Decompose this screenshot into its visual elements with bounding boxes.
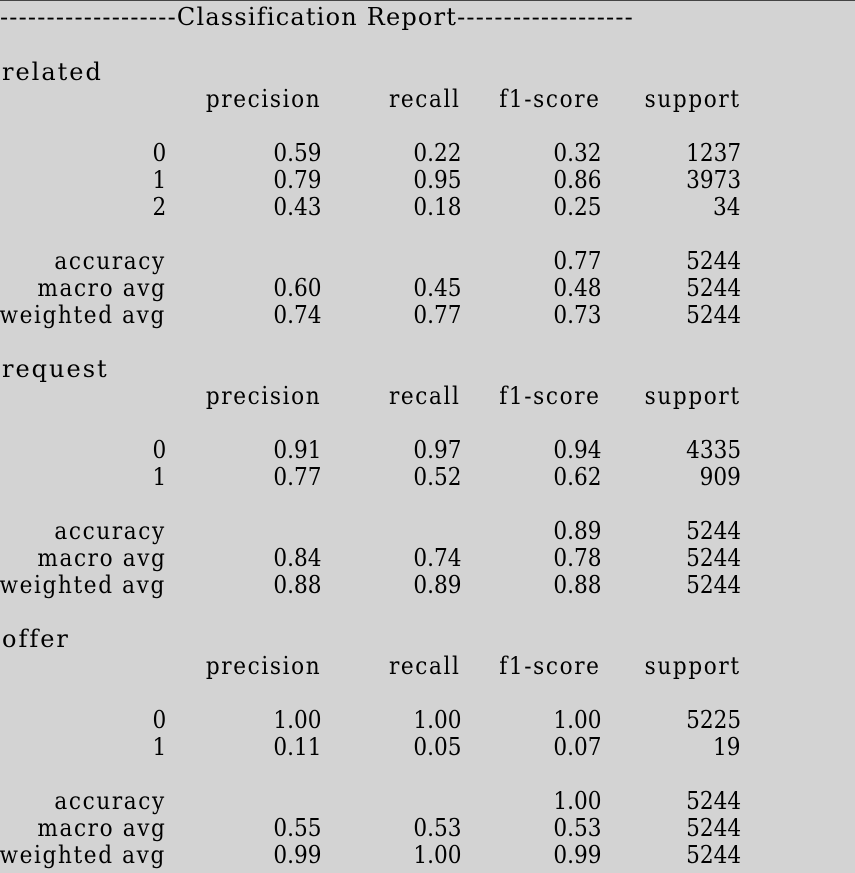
weighted-avg-support: 5244 <box>686 301 741 329</box>
weighted-avg-f1-score: 0.73 <box>552 301 601 329</box>
accuracy-support: 5244 <box>686 247 741 275</box>
macro-avg-f1-score: 0.78 <box>552 544 601 572</box>
header-precision: precision <box>205 652 321 680</box>
recall-value: 0.22 <box>412 139 461 167</box>
weighted-avg-f1-score: 0.88 <box>552 571 601 599</box>
precision-value: 1.00 <box>272 706 321 734</box>
report-title: -------------------Classification Report… <box>0 3 634 31</box>
support-value: 1237 <box>686 139 741 167</box>
class-label: 0 <box>152 139 166 167</box>
weighted-avg-precision: 0.88 <box>272 571 321 599</box>
header-recall: recall <box>389 382 461 410</box>
weighted-avg-support: 5244 <box>686 571 741 599</box>
weighted-avg-support: 5244 <box>686 841 741 869</box>
header-f1-score: f1-score <box>499 652 601 680</box>
precision-value: 0.11 <box>272 733 321 761</box>
support-value: 19 <box>713 733 741 761</box>
support-value: 34 <box>713 193 741 221</box>
recall-value: 0.52 <box>412 463 461 491</box>
console-output: -------------------Classification Report… <box>0 0 855 873</box>
macro-avg-label: macro avg <box>36 274 166 302</box>
macro-avg-f1-score: 0.48 <box>552 274 601 302</box>
weighted-avg-precision: 0.99 <box>272 841 321 869</box>
section-title-offer: offer <box>2 625 70 653</box>
support-value: 909 <box>699 463 741 491</box>
header-precision: precision <box>205 382 321 410</box>
header-support: support <box>644 652 741 680</box>
precision-value: 0.91 <box>272 436 321 464</box>
weighted-avg-recall: 0.89 <box>412 571 461 599</box>
class-label: 1 <box>152 166 166 194</box>
macro-avg-support: 5244 <box>686 544 741 572</box>
macro-avg-precision: 0.60 <box>272 274 321 302</box>
header-support: support <box>644 382 741 410</box>
macro-avg-support: 5244 <box>686 814 741 842</box>
weighted-avg-recall: 1.00 <box>412 841 461 869</box>
section-title-related: related <box>2 58 103 86</box>
recall-value: 1.00 <box>412 706 461 734</box>
f1-score-value: 0.62 <box>552 463 601 491</box>
class-label: 0 <box>152 436 166 464</box>
header-recall: recall <box>389 85 461 113</box>
f1-score-value: 0.86 <box>552 166 601 194</box>
precision-value: 0.59 <box>272 139 321 167</box>
accuracy-label: accuracy <box>54 247 166 275</box>
weighted-avg-f1-score: 0.99 <box>552 841 601 869</box>
header-recall: recall <box>389 652 461 680</box>
support-value: 5225 <box>686 706 741 734</box>
macro-avg-label: macro avg <box>36 814 166 842</box>
accuracy-value: 1.00 <box>552 787 601 815</box>
accuracy-support: 5244 <box>686 787 741 815</box>
macro-avg-precision: 0.84 <box>272 544 321 572</box>
f1-score-value: 0.32 <box>552 139 601 167</box>
f1-score-value: 1.00 <box>552 706 601 734</box>
support-value: 4335 <box>686 436 741 464</box>
macro-avg-recall: 0.53 <box>412 814 461 842</box>
precision-value: 0.43 <box>272 193 321 221</box>
macro-avg-precision: 0.55 <box>272 814 321 842</box>
accuracy-label: accuracy <box>54 787 166 815</box>
recall-value: 0.97 <box>412 436 461 464</box>
precision-value: 0.77 <box>272 463 321 491</box>
recall-value: 0.05 <box>412 733 461 761</box>
class-label: 1 <box>152 733 166 761</box>
accuracy-value: 0.89 <box>552 517 601 545</box>
macro-avg-recall: 0.45 <box>412 274 461 302</box>
macro-avg-support: 5244 <box>686 274 741 302</box>
weighted-avg-label: weighted avg <box>0 841 166 869</box>
recall-value: 0.95 <box>412 166 461 194</box>
f1-score-value: 0.07 <box>552 733 601 761</box>
accuracy-value: 0.77 <box>552 247 601 275</box>
f1-score-value: 0.94 <box>552 436 601 464</box>
f1-score-value: 0.25 <box>552 193 601 221</box>
class-label: 1 <box>152 463 166 491</box>
accuracy-support: 5244 <box>686 517 741 545</box>
support-value: 3973 <box>686 166 741 194</box>
macro-avg-recall: 0.74 <box>412 544 461 572</box>
section-title-request: request <box>2 355 109 383</box>
class-label: 0 <box>152 706 166 734</box>
recall-value: 0.18 <box>412 193 461 221</box>
header-f1-score: f1-score <box>499 382 601 410</box>
header-support: support <box>644 85 741 113</box>
header-f1-score: f1-score <box>499 85 601 113</box>
class-label: 2 <box>152 193 166 221</box>
precision-value: 0.79 <box>272 166 321 194</box>
macro-avg-label: macro avg <box>36 544 166 572</box>
weighted-avg-label: weighted avg <box>0 571 166 599</box>
weighted-avg-precision: 0.74 <box>272 301 321 329</box>
macro-avg-f1-score: 0.53 <box>552 814 601 842</box>
weighted-avg-label: weighted avg <box>0 301 166 329</box>
accuracy-label: accuracy <box>54 517 166 545</box>
header-precision: precision <box>205 85 321 113</box>
weighted-avg-recall: 0.77 <box>412 301 461 329</box>
